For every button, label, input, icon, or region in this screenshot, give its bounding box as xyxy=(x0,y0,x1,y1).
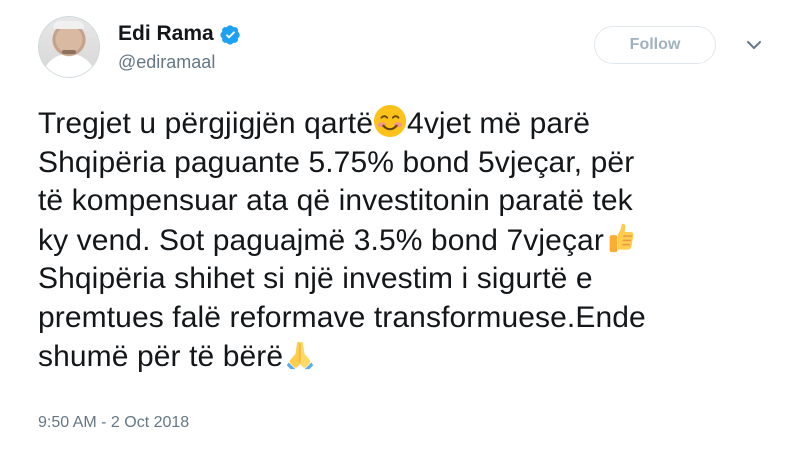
tweet-text-segment: shumë për të bërë xyxy=(38,340,284,373)
avatar[interactable] xyxy=(38,16,100,78)
tweet-text-segment: 4vjet më parë xyxy=(407,107,591,140)
tweet-line-6: premtues falë reformave transformuese.En… xyxy=(38,300,646,334)
tweet-text: Tregjet u përgjigjën qartë 4vjet më parë… xyxy=(38,104,768,377)
tweet-line-5: Shqipëria shihet si një investim i sigur… xyxy=(38,262,593,295)
tweet-header: Edi Rama @ediramaal Follow xyxy=(38,16,778,88)
tweet-line-3: të kompensuar ata që investitonin paratë… xyxy=(38,184,633,217)
verified-icon xyxy=(220,24,240,45)
display-name[interactable]: Edi Rama xyxy=(118,22,214,46)
tweet-text-segment: Tregjet u përgjigjën qartë xyxy=(38,107,374,140)
user-handle[interactable]: @ediramaal xyxy=(118,52,215,73)
thumbs-up-icon xyxy=(609,223,634,252)
tweet-text-segment: ky vend. Sot paguajmë 3.5% bond 7vjeçar xyxy=(38,223,604,257)
smiling-face-icon xyxy=(373,104,407,138)
follow-button[interactable]: Follow xyxy=(594,26,716,64)
tweet-line-4: ky vend. Sot paguajmë 3.5% bond 7vjeçar xyxy=(38,221,768,261)
tweet-line-2: Shqipëria paguante 5.75% bond 5vjeçar, p… xyxy=(38,145,635,179)
tweet-line-1: Tregjet u përgjigjën qartë 4vjet më parë xyxy=(38,104,768,144)
folded-hands-icon xyxy=(286,341,314,370)
chevron-down-icon[interactable] xyxy=(746,37,762,53)
name-row: Edi Rama xyxy=(118,22,241,46)
tweet-line-7: shumë për të bërë xyxy=(38,337,768,377)
tweet-card: Edi Rama @ediramaal Follow Tregjet u për… xyxy=(0,0,800,450)
tweet-timestamp[interactable]: 9:50 AM - 2 Oct 2018 xyxy=(38,414,189,432)
